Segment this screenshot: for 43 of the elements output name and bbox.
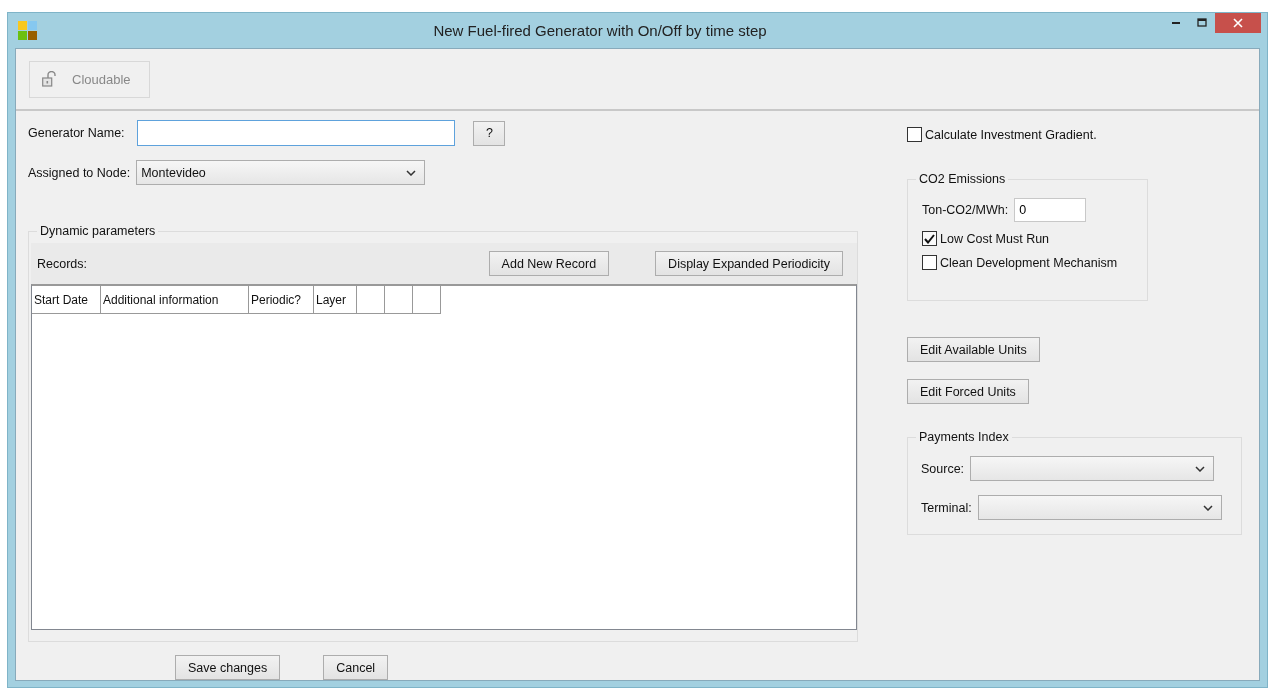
- checkbox[interactable]: [922, 231, 937, 246]
- checkbox-label: Low Cost Must Run: [940, 231, 1050, 246]
- column-header[interactable]: Layer: [314, 286, 357, 314]
- group-title: Payments Index: [916, 430, 1012, 445]
- action-button[interactable]: Add New Record: [488, 251, 610, 276]
- window-title: New Fuel-fired Generator with On/Off by time step: [432, 22, 768, 39]
- column-header[interactable]: Periodic?: [249, 286, 314, 314]
- column-header[interactable]: [357, 286, 385, 314]
- footer-button[interactable]: Cancel: [323, 655, 389, 680]
- caret-icon: [406, 169, 417, 176]
- check-icon: [924, 233, 935, 244]
- help-button[interactable]: ?: [473, 120, 505, 146]
- dropdown[interactable]: [977, 495, 1222, 520]
- column-header[interactable]: Start Date: [32, 286, 101, 314]
- checkbox[interactable]: [907, 127, 922, 142]
- dropdown[interactable]: Montevideo: [136, 160, 426, 185]
- checkbox-label: Clean Development Mechanism: [940, 255, 1118, 270]
- field-label: Terminal:: [921, 500, 972, 515]
- caret-icon: [1202, 504, 1213, 511]
- column-header[interactable]: [413, 286, 441, 314]
- dropdown[interactable]: [970, 456, 1215, 481]
- minimize-icon: [1172, 22, 1180, 24]
- field-label: Source:: [921, 461, 965, 476]
- records-label: Records:: [37, 256, 88, 271]
- action-button[interactable]: Edit Forced Units: [907, 379, 1029, 404]
- maximize-icon: [1197, 18, 1207, 28]
- close-icon: [1233, 18, 1243, 28]
- app-icon: [18, 21, 37, 40]
- group-title: Dynamic parameters: [37, 224, 159, 239]
- action-button[interactable]: Display Expanded Periodicity: [655, 251, 843, 276]
- footer-button[interactable]: Save changes: [175, 655, 281, 680]
- padlock-icon: [42, 71, 56, 87]
- column-header[interactable]: Additional information: [101, 286, 249, 314]
- checkbox-label: Calculate Investment Gradient.: [925, 127, 1097, 142]
- checkbox[interactable]: [922, 255, 937, 270]
- field-label: Assigned to Node:: [28, 165, 131, 180]
- column-header[interactable]: [385, 286, 413, 314]
- field-label: Generator Name:: [28, 126, 126, 140]
- caret-icon: [1195, 465, 1206, 472]
- action-button[interactable]: Edit Available Units: [907, 337, 1040, 362]
- field-label: Ton-CO2/MWh:: [922, 203, 1009, 217]
- text-field[interactable]: 0: [1014, 198, 1087, 222]
- text-field[interactable]: [137, 120, 455, 146]
